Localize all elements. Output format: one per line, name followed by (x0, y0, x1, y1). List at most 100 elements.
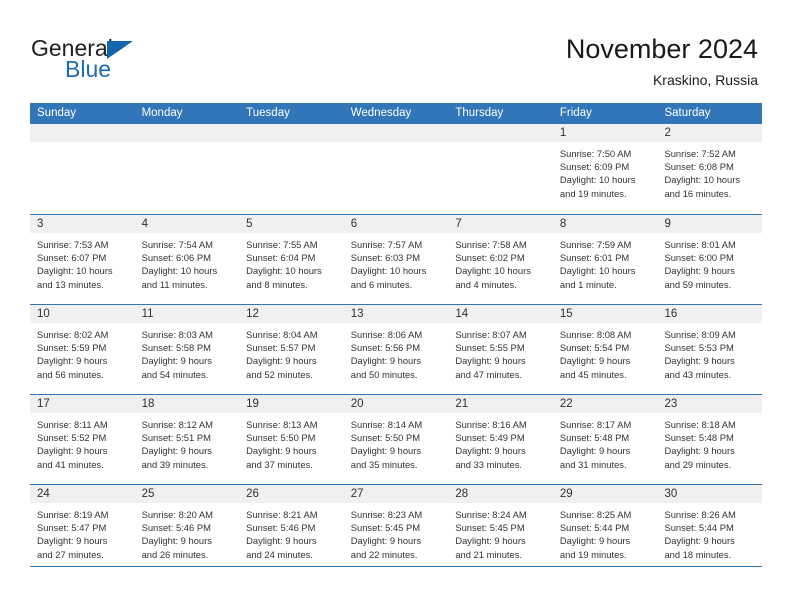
daylight-text-line2: and 35 minutes. (350, 458, 418, 470)
dow-sunday: Sunday (37, 107, 77, 119)
sunrise-text: Sunrise: 8:08 AM (559, 329, 632, 340)
sunrise-text: Sunrise: 8:18 AM (664, 419, 736, 430)
calendar-day-cell[interactable]: 9 Sunrise: 8:01 AM Sunset: 6:00 PM Daylight… (657, 215, 763, 304)
daylight-text-line1: Daylight: 9 hours (664, 355, 735, 367)
sunset-text: Sunset: 5:57 PM (246, 342, 316, 354)
daylight-text-line1: Daylight: 10 hours (455, 265, 531, 277)
day-number: 22 (552, 395, 658, 413)
calendar-day-cell[interactable]: 17 Sunrise: 8:11 AM Sunset: 5:52 PM Dayligh… (30, 395, 135, 484)
day-details: Sunrise: 8:07 AM Sunset: 5:55 PM Daylight:… (448, 323, 553, 381)
calendar-day-cell[interactable]: 5 Sunrise: 7:55 AM Sunset: 6:04 PM Daylight… (239, 215, 344, 304)
sunset-text: Sunset: 5:55 PM (455, 342, 525, 354)
day-details: Sunrise: 8:21 AM Sunset: 5:46 PM Daylight:… (239, 503, 344, 561)
calendar-day-cell[interactable]: 28 Sunrise: 8:24 AM Sunset: 5:45 PM Dayligh… (448, 485, 553, 574)
calendar-day-cell-empty (448, 124, 553, 214)
calendar-day-cell[interactable]: 21 Sunrise: 8:16 AM Sunset: 5:49 PM Dayligh… (448, 395, 553, 484)
calendar-day-cell[interactable]: 24 Sunrise: 8:19 AM Sunset: 5:47 PM Dayligh… (30, 485, 135, 574)
general-blue-logo[interactable]: General Blue (31, 37, 161, 87)
daylight-text-line2: and 52 minutes. (246, 368, 313, 380)
sunset-text: Sunset: 5:46 PM (246, 522, 316, 534)
day-number: 13 (343, 305, 449, 323)
calendar-day-cell[interactable]: 4 Sunrise: 7:54 AM Sunset: 6:06 PM Daylight… (134, 215, 240, 304)
calendar-day-cell[interactable]: 1 Sunrise: 7:50 AM Sunset: 6:09 PM Daylight… (552, 124, 658, 214)
calendar-day-cell[interactable]: 14 Sunrise: 8:07 AM Sunset: 5:55 PM Dayligh… (448, 305, 553, 394)
calendar-day-cell[interactable]: 16 Sunrise: 8:09 AM Sunset: 5:53 PM Dayligh… (657, 305, 763, 394)
sunrise-text: Sunrise: 8:13 AM (246, 419, 318, 430)
calendar-day-cell[interactable]: 30 Sunrise: 8:26 AM Sunset: 5:44 PM Dayligh… (657, 485, 763, 574)
title-block: November 2024 Kraskino, Russia (566, 33, 758, 90)
calendar-day-cell[interactable]: 10 Sunrise: 8:02 AM Sunset: 5:59 PM Dayligh… (30, 305, 135, 394)
sunrise-text: Sunrise: 8:16 AM (455, 419, 527, 430)
logo-text-blue: Blue (65, 56, 112, 82)
calendar-day-cell[interactable]: 3 Sunrise: 7:53 AM Sunset: 6:07 PM Daylight… (30, 215, 135, 304)
daylight-text-line1: Daylight: 10 hours (664, 174, 741, 186)
calendar-day-cell[interactable]: 7 Sunrise: 7:58 AM Sunset: 6:02 PM Daylight… (448, 215, 553, 304)
calendar-day-cell[interactable]: 2 Sunrise: 7:52 AM Sunset: 6:08 PM Daylight… (657, 124, 763, 214)
calendar-day-cell[interactable]: 29 Sunrise: 8:25 AM Sunset: 5:44 PM Dayligh… (552, 485, 658, 574)
day-number: 20 (343, 395, 449, 413)
calendar-day-cell[interactable]: 19 Sunrise: 8:13 AM Sunset: 5:50 PM Dayligh… (239, 395, 344, 484)
day-details: Sunrise: 8:04 AM Sunset: 5:57 PM Daylight:… (239, 323, 344, 381)
calendar-day-cell-empty (30, 124, 135, 214)
calendar-day-cell[interactable]: 6 Sunrise: 7:57 AM Sunset: 6:03 PM Daylight… (343, 215, 449, 304)
daylight-text-line2: and 41 minutes. (37, 458, 104, 470)
day-number: 28 (448, 485, 553, 503)
sunset-text: Sunset: 5:45 PM (455, 522, 525, 534)
page-subtitle: Kraskino, Russia (652, 72, 758, 88)
day-number (30, 124, 135, 142)
sunset-text: Sunset: 5:56 PM (350, 342, 421, 354)
sunrise-text: Sunrise: 8:19 AM (37, 509, 109, 520)
calendar-grid: Sunday Monday Tuesday Wednesday Thursday… (30, 103, 763, 574)
day-number: 1 (552, 124, 658, 142)
calendar-day-cell[interactable]: 23 Sunrise: 8:18 AM Sunset: 5:48 PM Dayligh… (657, 395, 763, 484)
day-details: Sunrise: 8:09 AM Sunset: 5:53 PM Daylight:… (657, 323, 762, 381)
daylight-text-line2: and 22 minutes. (350, 548, 418, 560)
calendar-day-cell[interactable]: 11 Sunrise: 8:03 AM Sunset: 5:58 PM Dayligh… (134, 305, 240, 394)
day-details: Sunrise: 8:11 AM Sunset: 5:52 PM Daylight:… (30, 413, 135, 471)
sunrise-text: Sunrise: 8:21 AM (246, 509, 318, 520)
calendar-week-row: 24 Sunrise: 8:19 AM Sunset: 5:47 PM Dayligh… (30, 484, 763, 574)
daylight-text-line1: Daylight: 10 hours (559, 174, 636, 186)
calendar-day-cell[interactable]: 8 Sunrise: 7:59 AM Sunset: 6:01 PM Daylight… (552, 215, 658, 304)
daylight-text-line1: Daylight: 10 hours (37, 265, 113, 277)
day-details: Sunrise: 7:55 AM Sunset: 6:04 PM Daylight:… (239, 233, 344, 291)
calendar-day-cell[interactable]: 22 Sunrise: 8:17 AM Sunset: 5:48 PM Dayligh… (552, 395, 658, 484)
day-details: Sunrise: 8:23 AM Sunset: 5:45 PM Daylight:… (344, 503, 449, 561)
sunrise-text: Sunrise: 8:06 AM (350, 329, 423, 340)
calendar-day-cell-empty (134, 124, 240, 214)
day-number: 27 (343, 485, 449, 503)
calendar-day-cell[interactable]: 26 Sunrise: 8:21 AM Sunset: 5:46 PM Dayligh… (239, 485, 344, 574)
sunset-text: Sunset: 6:02 PM (455, 252, 525, 264)
calendar-bottom-rule (30, 566, 762, 567)
calendar-day-cell[interactable]: 13 Sunrise: 8:06 AM Sunset: 5:56 PM Dayligh… (343, 305, 449, 394)
day-details: Sunrise: 8:19 AM Sunset: 5:47 PM Daylight:… (30, 503, 135, 561)
calendar-day-cell[interactable]: 18 Sunrise: 8:12 AM Sunset: 5:51 PM Dayligh… (134, 395, 240, 484)
sunset-text: Sunset: 6:09 PM (559, 161, 630, 173)
sunset-text: Sunset: 5:44 PM (664, 522, 734, 534)
daylight-text-line1: Daylight: 9 hours (664, 535, 735, 547)
sunrise-text: Sunrise: 8:07 AM (455, 329, 527, 340)
sunset-text: Sunset: 6:03 PM (350, 252, 421, 264)
calendar-day-cell[interactable]: 20 Sunrise: 8:14 AM Sunset: 5:50 PM Dayligh… (343, 395, 449, 484)
sunrise-text: Sunrise: 8:23 AM (350, 509, 423, 520)
calendar-day-cell[interactable]: 25 Sunrise: 8:20 AM Sunset: 5:46 PM Dayligh… (134, 485, 240, 574)
day-details: Sunrise: 8:14 AM Sunset: 5:50 PM Daylight:… (344, 413, 449, 471)
daylight-text-line1: Daylight: 9 hours (455, 535, 526, 547)
daylight-text-line2: and 6 minutes. (350, 278, 413, 290)
daylight-text-line2: and 19 minutes. (559, 187, 627, 199)
calendar-day-cell[interactable]: 15 Sunrise: 8:08 AM Sunset: 5:54 PM Dayligh… (552, 305, 658, 394)
sunset-text: Sunset: 5:58 PM (141, 342, 211, 354)
dow-friday: Friday (559, 107, 592, 119)
sunset-text: Sunset: 5:47 PM (37, 522, 107, 534)
day-number: 9 (657, 215, 763, 233)
sunset-text: Sunset: 6:04 PM (246, 252, 316, 264)
day-number: 6 (343, 215, 449, 233)
daylight-text-line2: and 29 minutes. (664, 458, 732, 470)
calendar-day-cell[interactable]: 12 Sunrise: 8:04 AM Sunset: 5:57 PM Dayligh… (239, 305, 344, 394)
page-header: General Blue November 2024 Kraskino, Rus… (0, 0, 792, 100)
daylight-text-line1: Daylight: 9 hours (455, 355, 526, 367)
calendar-day-cell[interactable]: 27 Sunrise: 8:23 AM Sunset: 5:45 PM Dayligh… (343, 485, 449, 574)
sunrise-text: Sunrise: 8:12 AM (141, 419, 213, 430)
sunset-text: Sunset: 5:50 PM (246, 432, 316, 444)
day-number: 21 (448, 395, 553, 413)
